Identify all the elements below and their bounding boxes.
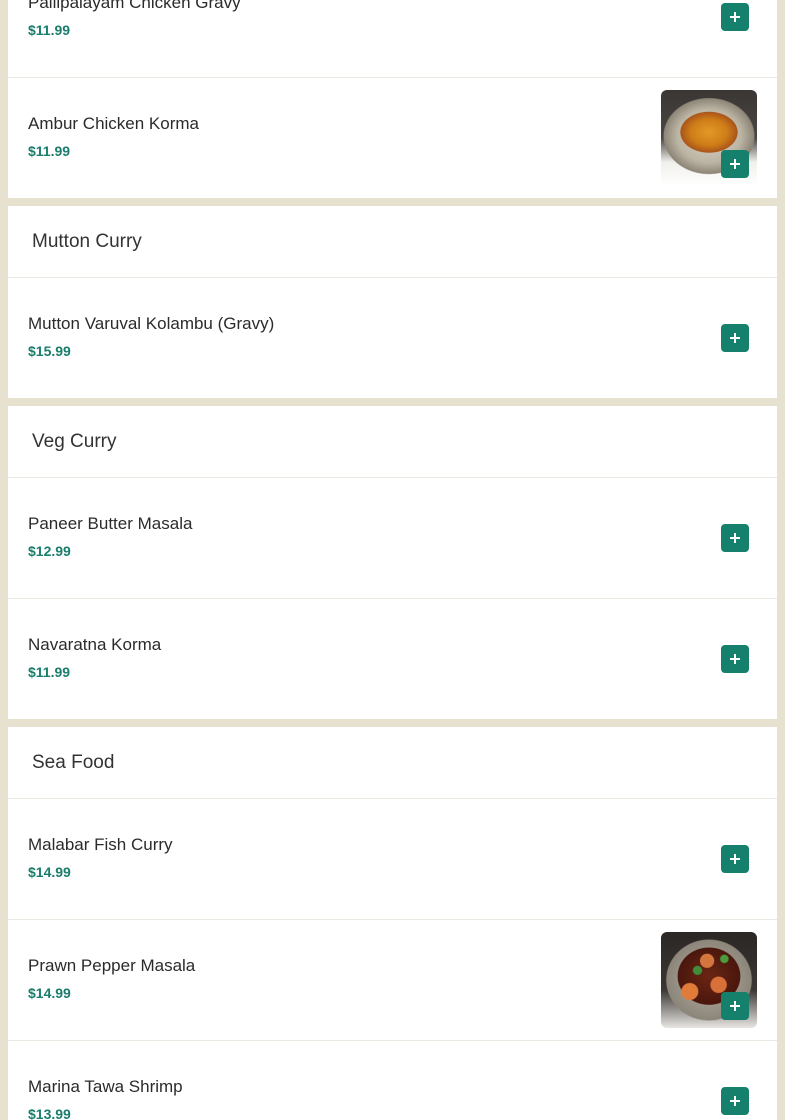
plus-icon [730, 1001, 740, 1011]
plus-icon [730, 333, 740, 343]
item-price: $11.99 [28, 664, 71, 680]
plus-icon [730, 533, 740, 543]
item-name: Marina Tawa Shrimp [28, 1077, 183, 1096]
section-title: Veg Curry [32, 430, 117, 452]
plus-icon [730, 159, 740, 169]
menu-item[interactable]: Malabar Fish Curry $14.99 [8, 799, 777, 920]
plus-icon [730, 12, 740, 22]
menu-item[interactable]: Ambur Chicken Korma $11.99 [8, 78, 777, 198]
section-title: Sea Food [32, 751, 115, 773]
item-name: Pallipalayam Chicken Gravy [28, 0, 241, 12]
item-price: $11.99 [28, 143, 71, 159]
item-name: Ambur Chicken Korma [28, 114, 200, 133]
menu-section: Veg Curry Paneer Butter Masala $12.99 Na… [8, 406, 777, 719]
section-header: Mutton Curry [8, 206, 777, 278]
menu-item[interactable]: Prawn Pepper Masala $14.99 [8, 920, 777, 1041]
item-price: $12.99 [28, 543, 71, 559]
menu-item[interactable]: Marina Tawa Shrimp $13.99 [8, 1041, 777, 1120]
menu-section: Sea Food Malabar Fish Curry $14.99 Prawn… [8, 727, 777, 1120]
item-price: $11.99 [28, 22, 71, 38]
menu-section: Pallipalayam Chicken Gravy $11.99 Ambur … [8, 0, 777, 198]
add-to-cart-button[interactable] [721, 1087, 749, 1115]
menu-item[interactable]: Pallipalayam Chicken Gravy $11.99 [8, 0, 777, 78]
item-price: $15.99 [28, 343, 71, 359]
item-price: $13.99 [28, 1106, 71, 1120]
item-name: Paneer Butter Masala [28, 514, 193, 533]
add-to-cart-button[interactable] [721, 645, 749, 673]
item-price: $14.99 [28, 864, 71, 880]
add-to-cart-button[interactable] [721, 150, 749, 178]
menu-item[interactable]: Navaratna Korma $11.99 [8, 599, 777, 719]
add-to-cart-button[interactable] [721, 992, 749, 1020]
menu-list[interactable]: Pallipalayam Chicken Gravy $11.99 Ambur … [8, 0, 777, 1120]
section-header: Sea Food [8, 727, 777, 799]
section-header: Veg Curry [8, 406, 777, 478]
item-price: $14.99 [28, 985, 71, 1001]
item-name: Navaratna Korma [28, 635, 162, 654]
plus-icon [730, 854, 740, 864]
menu-viewport: Pallipalayam Chicken Gravy $11.99 Ambur … [0, 0, 785, 1120]
add-to-cart-button[interactable] [721, 3, 749, 31]
item-name: Malabar Fish Curry [28, 835, 173, 854]
menu-section: Mutton Curry Mutton Varuval Kolambu (Gra… [8, 206, 777, 398]
add-to-cart-button[interactable] [721, 324, 749, 352]
add-to-cart-button[interactable] [721, 845, 749, 873]
item-name: Prawn Pepper Masala [28, 956, 196, 975]
item-name: Mutton Varuval Kolambu (Gravy) [28, 314, 275, 333]
menu-item[interactable]: Paneer Butter Masala $12.99 [8, 478, 777, 599]
add-to-cart-button[interactable] [721, 524, 749, 552]
section-title: Mutton Curry [32, 230, 142, 252]
plus-icon [730, 1096, 740, 1106]
plus-icon [730, 654, 740, 664]
menu-item[interactable]: Mutton Varuval Kolambu (Gravy) $15.99 [8, 278, 777, 398]
